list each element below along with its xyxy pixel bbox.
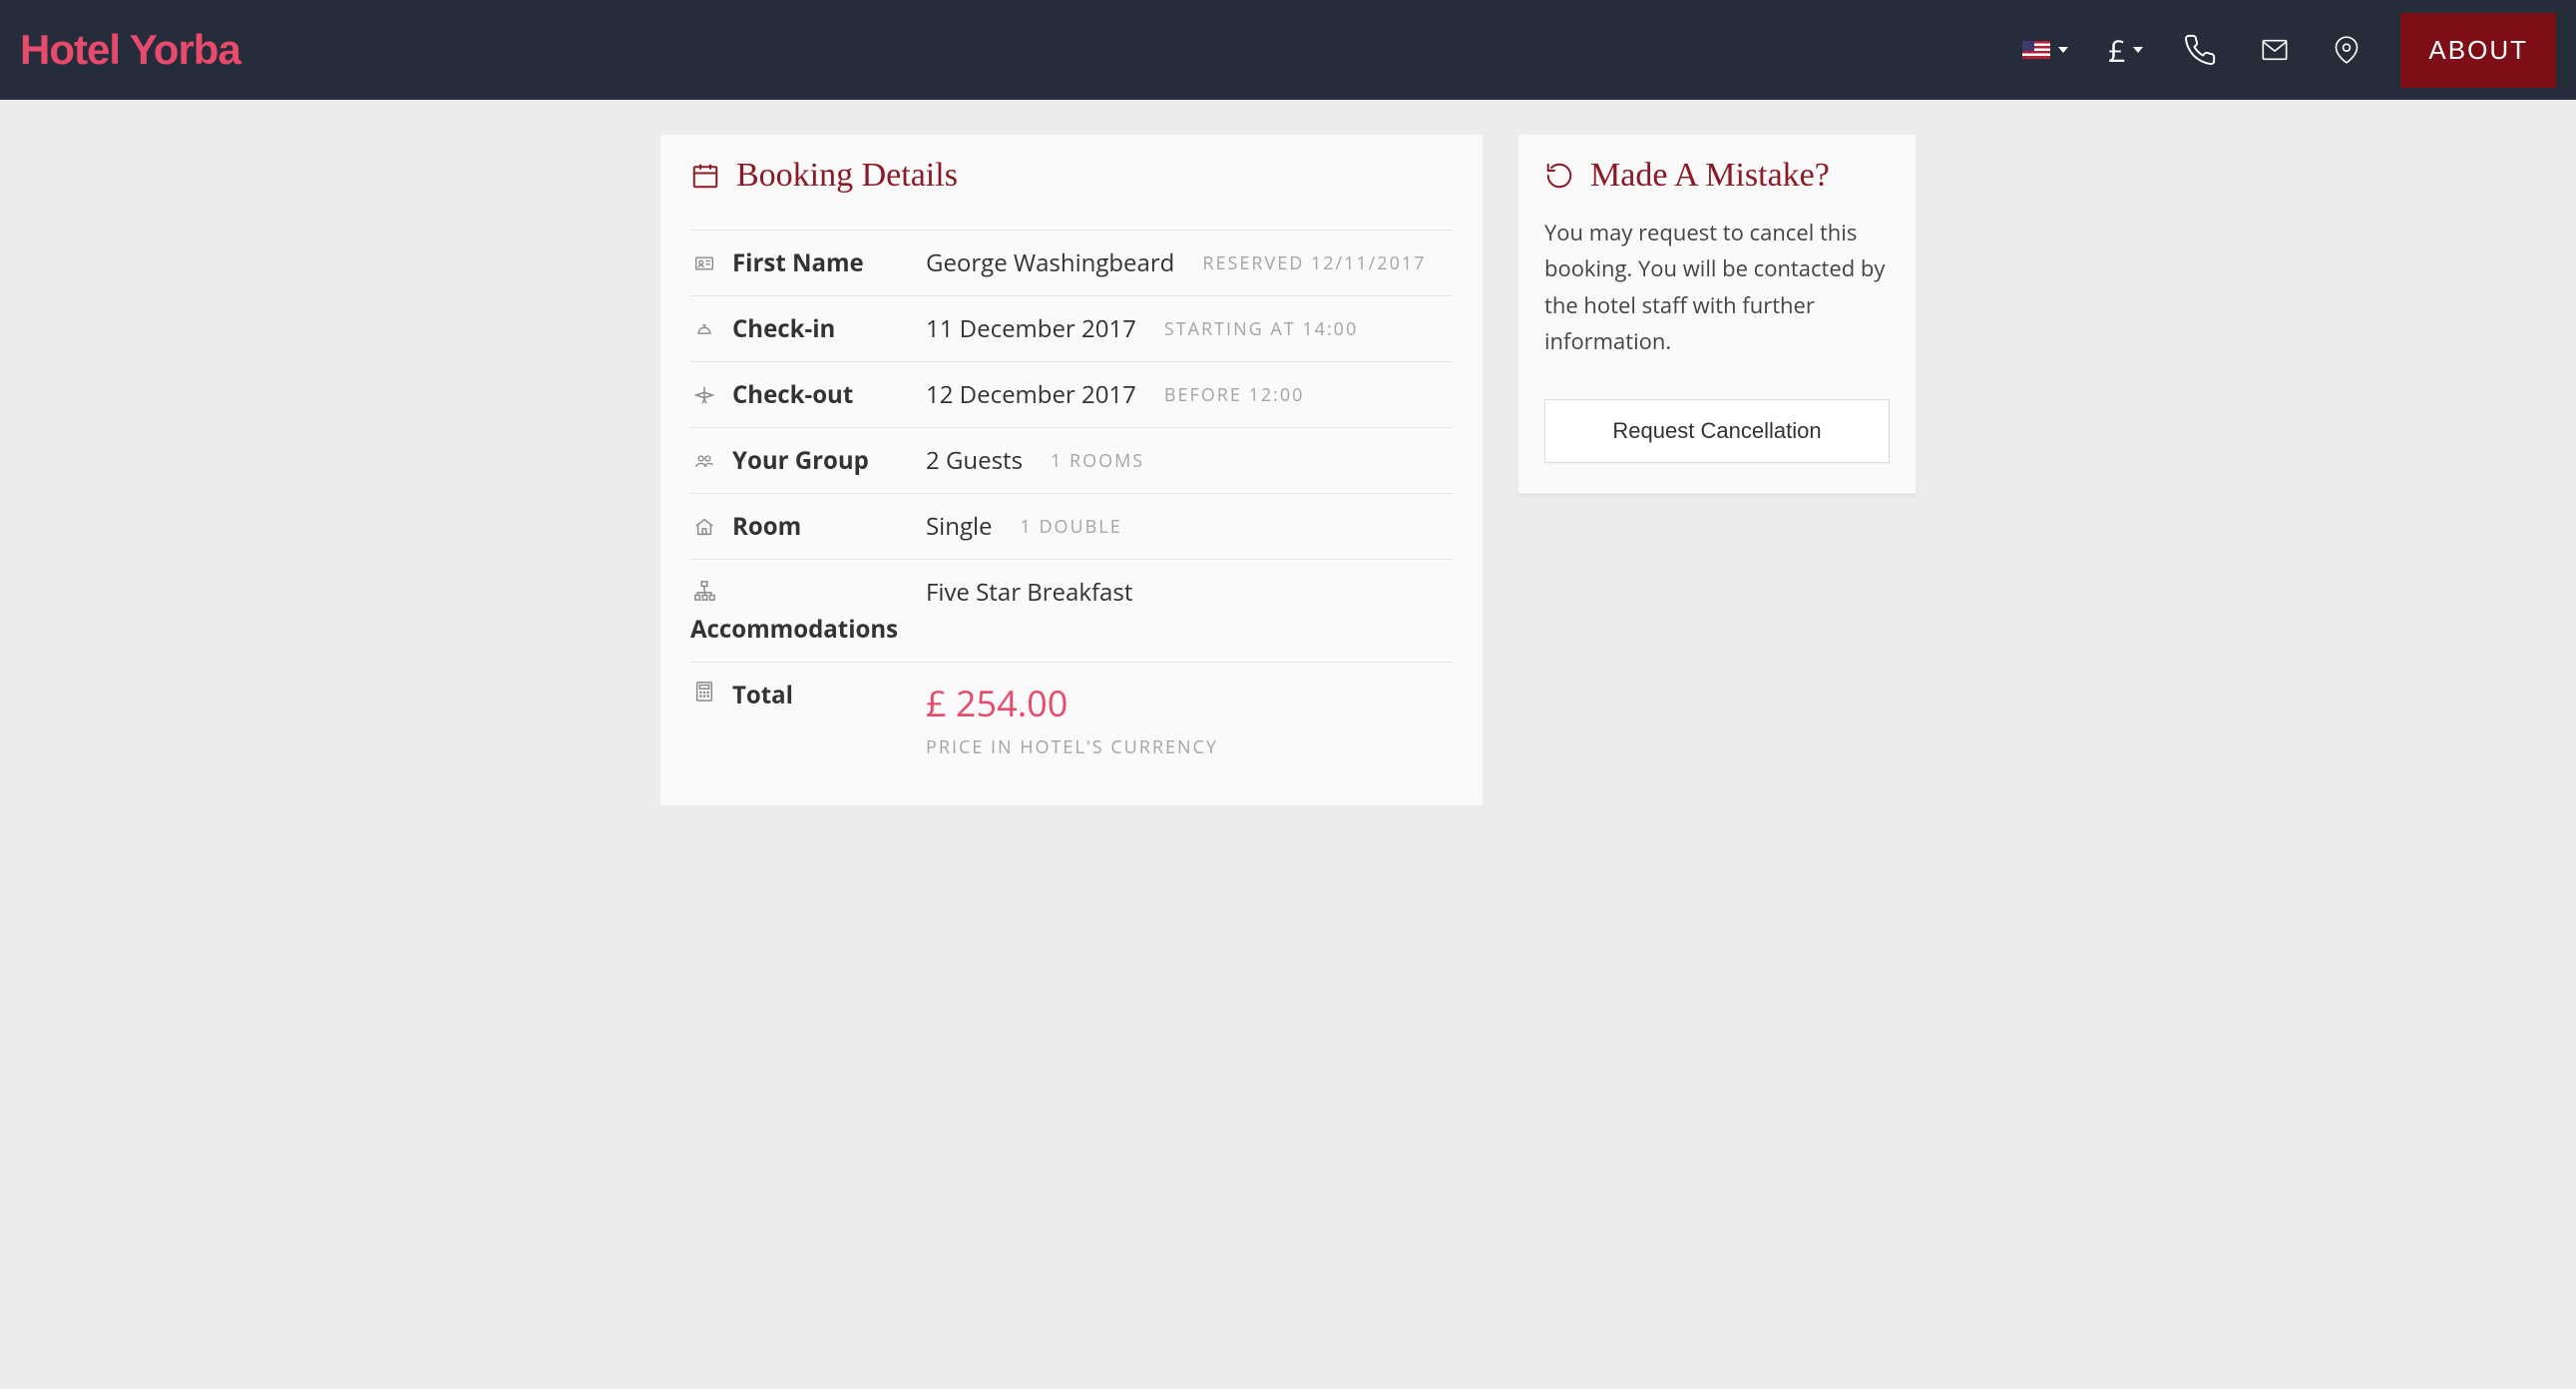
- booking-title-text: Booking Details: [736, 157, 958, 195]
- booking-details-title: Booking Details: [690, 157, 1453, 195]
- currency-selector[interactable]: £: [2108, 30, 2143, 71]
- first-name-value: George Washingbeard: [926, 246, 1174, 279]
- mistake-title-text: Made A Mistake?: [1590, 157, 1830, 195]
- booking-details-card: Booking Details First Name George Washin…: [659, 134, 1484, 806]
- row-first-name: First Name George Washingbeard RESERVED …: [690, 230, 1453, 296]
- phone-link[interactable]: [2183, 33, 2217, 67]
- total-value: £ 254.00: [926, 679, 1218, 727]
- chevron-down-icon: [2058, 47, 2068, 53]
- group-sub: 1 ROOMS: [1051, 449, 1144, 473]
- mail-icon: [2257, 36, 2293, 64]
- people-icon: [690, 451, 718, 471]
- accommodations-value: Five Star Breakfast: [926, 576, 1132, 609]
- flag-us-icon: [2022, 41, 2050, 59]
- location-pin-icon: [2333, 32, 2361, 68]
- calculator-icon: [690, 679, 718, 704]
- row-total: Total £ 254.00 PRICE IN HOTEL'S CURRENCY: [690, 663, 1453, 775]
- check-out-sub: BEFORE 12:00: [1164, 383, 1305, 407]
- topbar-right: £ ABOUT: [2022, 13, 2556, 88]
- row-room: Room Single 1 DOUBLE: [690, 494, 1453, 560]
- phone-icon: [2183, 33, 2217, 67]
- topbar: Hotel Yorba £ ABOUT: [0, 0, 2576, 100]
- total-label: Total: [732, 679, 912, 711]
- row-accommodations: x Accommodations Five Star Breakfast: [690, 560, 1453, 663]
- check-out-value: 12 December 2017: [926, 378, 1136, 411]
- row-group: Your Group 2 Guests 1 ROOMS: [690, 428, 1453, 494]
- accommodations-label: Accommodations: [690, 613, 912, 646]
- group-label: Your Group: [732, 444, 912, 477]
- bell-icon: [690, 319, 718, 339]
- check-in-sub: STARTING AT 14:00: [1164, 317, 1358, 341]
- request-cancellation-button[interactable]: Request Cancellation: [1544, 399, 1890, 463]
- email-link[interactable]: [2257, 36, 2293, 64]
- room-value: Single: [926, 510, 993, 543]
- room-sub: 1 DOUBLE: [1021, 515, 1122, 539]
- location-link[interactable]: [2333, 32, 2361, 68]
- mistake-body: You may request to cancel this booking. …: [1544, 215, 1890, 359]
- page-content: Booking Details First Name George Washin…: [659, 100, 1917, 846]
- plane-icon: [690, 384, 718, 406]
- site-logo[interactable]: Hotel Yorba: [20, 26, 240, 74]
- total-note: PRICE IN HOTEL'S CURRENCY: [926, 735, 1218, 759]
- row-check-in: Check-in 11 December 2017 STARTING AT 14…: [690, 296, 1453, 362]
- group-value: 2 Guests: [926, 444, 1023, 477]
- check-in-label: Check-in: [732, 312, 912, 345]
- row-check-out: Check-out 12 December 2017 BEFORE 12:00: [690, 362, 1453, 428]
- id-card-icon: [690, 253, 718, 273]
- mistake-card: Made A Mistake? You may request to cance…: [1517, 134, 1917, 494]
- language-selector[interactable]: [2022, 41, 2068, 59]
- accommodations-label-block: x Accommodations: [732, 576, 912, 646]
- about-button[interactable]: ABOUT: [2400, 13, 2556, 88]
- first-name-sub: RESERVED 12/11/2017: [1202, 251, 1426, 275]
- check-in-value: 11 December 2017: [926, 312, 1136, 345]
- house-icon: [690, 516, 718, 538]
- currency-symbol: £: [2108, 30, 2125, 71]
- check-out-label: Check-out: [732, 378, 912, 411]
- chevron-down-icon: [2133, 47, 2143, 53]
- room-label: Room: [732, 510, 912, 543]
- total-block: £ 254.00 PRICE IN HOTEL'S CURRENCY: [926, 679, 1218, 759]
- sitemap-icon: [690, 580, 718, 602]
- mistake-title: Made A Mistake?: [1544, 157, 1890, 195]
- calendar-icon: [690, 161, 720, 191]
- undo-icon: [1544, 161, 1574, 191]
- first-name-label: First Name: [732, 246, 912, 279]
